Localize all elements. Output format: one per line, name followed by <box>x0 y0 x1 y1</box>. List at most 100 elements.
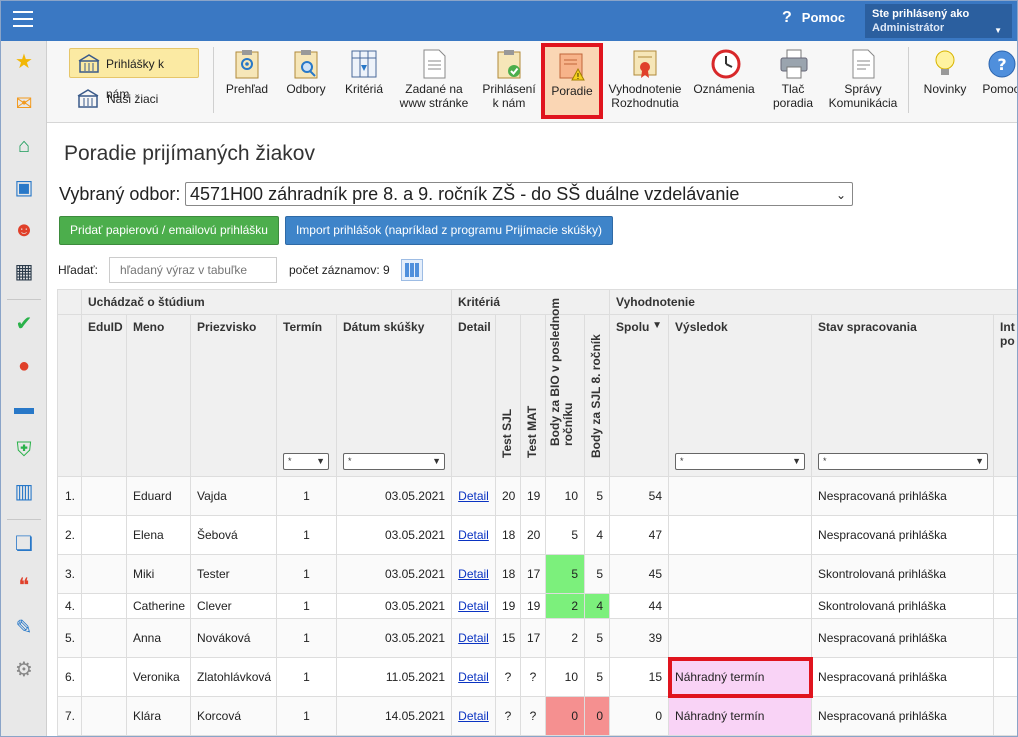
zadane-na-www-button[interactable]: Zadané na www stránke <box>395 45 473 121</box>
col-test-sjl[interactable]: Test SJL <box>495 314 521 477</box>
columns-icon[interactable] <box>401 259 423 281</box>
prehlad-button[interactable]: Prehľad <box>221 45 273 121</box>
col-test-mat[interactable]: Test MAT <box>520 314 546 477</box>
row-number: 2. <box>57 515 82 555</box>
table-row[interactable]: 4. Catherine Clever 1 03.05.2021 Detail 19 19 2 4… <box>57 593 1017 619</box>
chevron-down-icon: ▼ <box>975 456 985 466</box>
col-detail[interactable]: Detail <box>451 314 496 477</box>
stav-cell: Nespracovaná prihláška <box>811 618 995 658</box>
clipboard-search-icon <box>293 49 319 79</box>
table-filter-icon <box>351 49 377 79</box>
test-mat-cell: 20 <box>520 515 546 555</box>
col-spolu[interactable]: Spolu ▼ <box>609 314 670 477</box>
col-priezvisko[interactable]: Priezvisko <box>190 314 277 477</box>
body-sjl8-cell: 5 <box>583 476 611 516</box>
detail-link[interactable]: Detail <box>451 618 496 658</box>
spolu-cell: 44 <box>609 593 670 619</box>
ranking-table: Uchádzač o štúdium Kritériá Vyhodnotenie… <box>57 289 1017 736</box>
briefcase-icon[interactable]: ▬ <box>11 395 37 421</box>
col-body-sjl8[interactable]: Body za SJL 8. ročník <box>583 314 611 477</box>
tlac-poradia-button[interactable]: Tlač poradia <box>765 45 821 121</box>
meno-cell: Elena <box>126 515 191 555</box>
menu-icon[interactable] <box>13 11 33 29</box>
home-icon[interactable]: ⌂ <box>11 133 37 159</box>
col-vysledok[interactable]: Výsledok * ▼ <box>668 314 813 477</box>
help-icon: ? <box>782 9 792 26</box>
gear-icon[interactable]: ⚙ <box>11 657 37 683</box>
col-termin[interactable]: Termín * ▼ <box>276 314 337 477</box>
row-number: 6. <box>57 657 82 697</box>
termin-filter-select[interactable]: * ▼ <box>283 453 329 470</box>
web-form-icon <box>421 49 447 79</box>
detail-link[interactable]: Detail <box>451 554 496 594</box>
pomoc-button[interactable]: ? Pomoc <box>981 45 1017 121</box>
chevron-down-icon: ▼ <box>316 456 325 466</box>
col-datum-skusky[interactable]: Dátum skúšky * ▼ <box>336 314 452 477</box>
tab-prihlasky-k-nam[interactable]: Prihlášky k nám <box>69 48 199 101</box>
help-link[interactable]: ? Pomoc <box>782 9 845 27</box>
test-mat-cell: ? <box>520 696 546 736</box>
tab-nasi-ziaci[interactable]: Naši žiaci <box>69 84 199 114</box>
check-circle-icon[interactable]: ✔ <box>11 311 37 337</box>
add-application-button[interactable]: Pridať papierovú / emailovú prihlášku <box>59 216 279 245</box>
novinky-button[interactable]: Novinky <box>917 45 973 121</box>
col-meno[interactable]: Meno <box>126 314 191 477</box>
odbory-button[interactable]: Odbory <box>281 45 331 121</box>
datum-filter-select[interactable]: * ▼ <box>343 453 445 470</box>
chevron-down-icon: ▼ <box>792 456 802 466</box>
datum-cell: 03.05.2021 <box>336 515 452 555</box>
detail-link[interactable]: Detail <box>451 515 496 555</box>
table-row[interactable]: 3. Miki Tester 1 03.05.2021 Detail 18 17 5 5 45 Sko… <box>57 554 1017 594</box>
open-book-icon[interactable]: ❏ <box>11 531 37 557</box>
chat-icon[interactable]: ❝ <box>11 573 37 599</box>
int-po-cell <box>993 554 1017 594</box>
col-body-bio[interactable]: Body za BIO v poslednom ročníku <box>545 298 585 477</box>
group-vyhodnotenie: Vyhodnotenie <box>609 289 1017 315</box>
vysledok-filter-select[interactable]: * ▼ <box>675 453 806 470</box>
user-menu[interactable]: Ste prihlásený ako Administrátor ▼ <box>865 4 1012 38</box>
stav-filter-select[interactable]: * ▼ <box>818 453 989 470</box>
kriteria-button[interactable]: Kritériá <box>339 45 389 121</box>
odbor-select[interactable]: 4571H00 záhradník pre 8. a 9. ročník ZŠ … <box>185 182 853 206</box>
ribbon-toolbar: Prihlášky k nám Naši žiaci Prehľad Odbor… <box>47 41 1017 123</box>
poradie-button[interactable]: ! Poradie <box>541 43 603 119</box>
calendar-icon[interactable]: ▦ <box>11 259 37 285</box>
table-row[interactable]: 6. Veronika Zlatohlávková 1 11.05.2021 Detail… <box>57 656 1017 698</box>
body-sjl8-cell: 5 <box>583 554 611 594</box>
detail-link[interactable]: Detail <box>451 696 496 736</box>
vyhodnotenie-rozhodnutia-button[interactable]: Vyhodnotenie Rozhodnutia <box>607 45 683 121</box>
col-int-po[interactable]: Int po <box>993 314 1017 477</box>
detail-link[interactable]: Detail <box>451 593 496 619</box>
col-eduid[interactable]: EduID <box>81 314 127 477</box>
top-bar: ? Pomoc Ste prihlásený ako Administrátor … <box>1 1 1017 41</box>
body-bio-cell: 10 <box>545 657 585 697</box>
prihlaseni-k-nam-button[interactable]: Prihlásení k nám <box>479 45 539 121</box>
oznamenia-button[interactable]: Oznámenia <box>689 45 759 121</box>
detail-link[interactable]: Detail <box>451 657 496 697</box>
grade-icon[interactable]: ● <box>11 353 37 379</box>
spravy-komunikacia-button[interactable]: Správy Komunikácia <box>825 45 901 121</box>
stav-cell: Nespracovaná prihláška <box>811 657 995 697</box>
eduid-cell <box>81 593 127 619</box>
book-icon[interactable]: ▣ <box>11 175 37 201</box>
table-row[interactable]: 1. Eduard Vajda 1 03.05.2021 Detail 20 19 10 5 54 N… <box>57 476 1017 516</box>
int-po-cell <box>993 657 1017 697</box>
envelope-icon[interactable]: ✉ <box>11 91 37 117</box>
detail-link[interactable]: Detail <box>451 476 496 516</box>
table-row[interactable]: 5. Anna Nováková 1 03.05.2021 Detail 15 17 2 5 39 N… <box>57 618 1017 658</box>
user-icon[interactable]: ☻ <box>11 217 37 243</box>
star-icon[interactable]: ★ <box>11 49 37 75</box>
table-row[interactable]: 7. Klára Korcová 1 14.05.2021 Detail?? 0 0 0 Náhr… <box>57 696 1017 736</box>
int-po-cell <box>993 618 1017 658</box>
col-stav-spracovania[interactable]: Stav spracovania * ▼ <box>811 314 995 477</box>
clipboard-check-icon <box>496 49 522 79</box>
table-row[interactable]: 2. Elena Šebová 1 03.05.2021 Detail 18 20 5 4 47 Ne… <box>57 515 1017 555</box>
group-uchadzac: Uchádzač o štúdium <box>81 289 452 315</box>
shield-icon[interactable]: ⛨ <box>11 437 37 463</box>
printer-icon <box>780 49 808 79</box>
vysledok-cell <box>668 476 813 516</box>
pen-icon[interactable]: ✎ <box>11 615 37 641</box>
search-input[interactable] <box>109 257 277 283</box>
chart-icon[interactable]: ▥ <box>11 479 37 505</box>
import-applications-button[interactable]: Import prihlášok (napríklad z programu P… <box>285 216 613 245</box>
